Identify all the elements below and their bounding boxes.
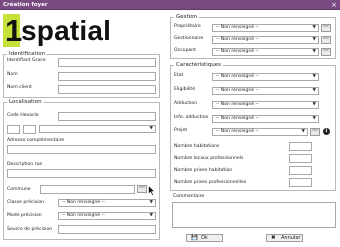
code-select[interactable]: ▼ (39, 125, 156, 133)
gestionnaire-label: Gestionnaire (174, 36, 204, 41)
close-icon[interactable]: × (330, 1, 338, 9)
ok-button-label: Ok (201, 235, 208, 241)
title-bar: Création foyer × (0, 0, 340, 10)
cancel-button-label: Annuler (281, 235, 301, 241)
occupant-label: Occupant (174, 48, 197, 53)
chevron-down-icon: ▼ (149, 213, 153, 218)
code-hexacle-input[interactable] (58, 112, 156, 121)
mode-precision-value: -- Non renseigné -- (62, 213, 105, 218)
nom-client-label: Nom client (7, 85, 32, 90)
adduction-value: -- Non renseigné -- (216, 102, 259, 107)
source-precision-input[interactable] (58, 225, 156, 234)
code-hexacle-label: Code Hexacle (7, 113, 39, 118)
mode-precision-label: Mode précision (7, 213, 42, 218)
chevron-down-icon: ▼ (312, 37, 316, 42)
proprietaire-label: Propriétaire (174, 24, 201, 29)
nombre-locaux-label: Nombre locaux professionnels (174, 156, 244, 161)
info-adduction-label: Info. adduction (174, 115, 209, 120)
nombre-locaux-input[interactable] (289, 154, 312, 163)
chevron-down-icon: ▼ (312, 49, 316, 54)
eligibilite-value: -- Non renseigné -- (216, 88, 259, 93)
description-rue-label: Description rue (7, 162, 43, 167)
mouse-cursor-icon (148, 185, 156, 196)
chevron-down-icon: ▼ (312, 88, 316, 93)
gestionnaire-value: -- Non renseigné -- (216, 37, 259, 42)
projet-more-button[interactable]: ··· (310, 128, 320, 136)
proprietaire-select[interactable]: -- Non renseigné -- ▼ (212, 24, 319, 32)
etat-label: Etat (174, 73, 184, 78)
nombre-prises-pro-input[interactable] (289, 178, 312, 187)
nombre-prises-pro-label: Nombre prises professionnelles (174, 180, 247, 185)
identification-legend: Identification (7, 51, 48, 58)
localisation-legend: Localisation (7, 99, 44, 106)
logo-text: spatial (21, 15, 112, 46)
occupant-value: -- Non renseigné -- (216, 49, 259, 54)
commentaire-label: Commentaire (173, 194, 205, 199)
etat-value: -- Non renseigné -- (216, 74, 259, 79)
nombre-habitations-label: Nombre habitations (174, 144, 220, 149)
commentaire-textarea[interactable] (172, 202, 336, 228)
logo-digit: 1 (5, 13, 23, 48)
window-title: Création foyer (3, 2, 48, 8)
eligibilite-label: Eligibilité (174, 87, 196, 92)
info-icon[interactable]: i (323, 128, 330, 135)
occupant-select[interactable]: -- Non renseigné -- ▼ (212, 48, 319, 56)
chevron-down-icon: ▼ (301, 129, 305, 134)
nombre-prises-habitation-input[interactable] (289, 166, 312, 175)
projet-label: Projet (174, 128, 188, 133)
classe-precision-select[interactable]: -- Non renseigné -- ▼ (58, 199, 156, 207)
nom-label: Nom (7, 72, 18, 77)
commune-label: Commune (7, 187, 31, 192)
nombre-habitations-input[interactable] (289, 142, 312, 151)
chevron-down-icon: ▼ (312, 25, 316, 30)
commune-more-button[interactable]: ··· (137, 185, 147, 193)
chevron-down-icon: ▼ (312, 116, 316, 121)
etat-select[interactable]: -- Non renseigné -- ▼ (212, 73, 319, 81)
gestionnaire-select[interactable]: -- Non renseigné -- ▼ (212, 36, 319, 44)
ok-button[interactable]: 💾 Ok (186, 234, 223, 242)
adduction-select[interactable]: -- Non renseigné -- ▼ (212, 101, 319, 109)
eligibilite-select[interactable]: -- Non renseigné -- ▼ (212, 87, 319, 95)
classe-precision-label: Classe précision (7, 200, 45, 205)
info-adduction-value: -- Non renseigné -- (216, 116, 259, 121)
code-part-2-input[interactable] (23, 125, 36, 134)
chevron-down-icon: ▼ (149, 126, 153, 131)
proprietaire-more-button[interactable]: ··· (321, 24, 331, 32)
nom-input[interactable] (58, 72, 156, 81)
proprietaire-value: -- Non renseigné -- (216, 25, 259, 30)
occupant-more-button[interactable]: ··· (321, 48, 331, 56)
commune-input[interactable] (40, 185, 135, 194)
close-icon: ✖ (271, 235, 276, 241)
gestionnaire-more-button[interactable]: ··· (321, 36, 331, 44)
identifiant-grace-label: Identifiant Grace (7, 58, 46, 63)
info-adduction-select[interactable]: -- Non renseigné -- ▼ (212, 115, 319, 123)
projet-select[interactable]: -- Non renseigné -- ▼ (212, 128, 308, 136)
classe-precision-value: -- Non renseigné -- (62, 200, 105, 205)
nom-client-input[interactable] (58, 85, 156, 94)
logo: 1 spatial (3, 14, 133, 48)
identifiant-grace-input[interactable] (58, 58, 156, 67)
gestion-legend: Gestion (174, 14, 200, 21)
cancel-button[interactable]: ✖ Annuler (266, 234, 303, 242)
source-precision-label: Source de précision (7, 227, 53, 232)
adresse-label: Adresse complémentaire (7, 138, 65, 143)
mode-precision-select[interactable]: -- Non renseigné -- ▼ (58, 212, 156, 220)
save-icon: 💾 (191, 235, 198, 241)
nombre-prises-habitation-label: Nombre prises habitation (174, 168, 233, 173)
chevron-down-icon: ▼ (312, 102, 316, 107)
adduction-label: Adduction (174, 101, 198, 106)
caracteristiques-legend: Caractéristiques (174, 62, 223, 69)
projet-value: -- Non renseigné -- (216, 129, 259, 134)
description-rue-input[interactable] (7, 169, 156, 178)
chevron-down-icon: ▼ (149, 200, 153, 205)
adresse-input[interactable] (7, 145, 156, 154)
chevron-down-icon: ▼ (312, 74, 316, 79)
code-part-1-input[interactable] (7, 125, 20, 134)
